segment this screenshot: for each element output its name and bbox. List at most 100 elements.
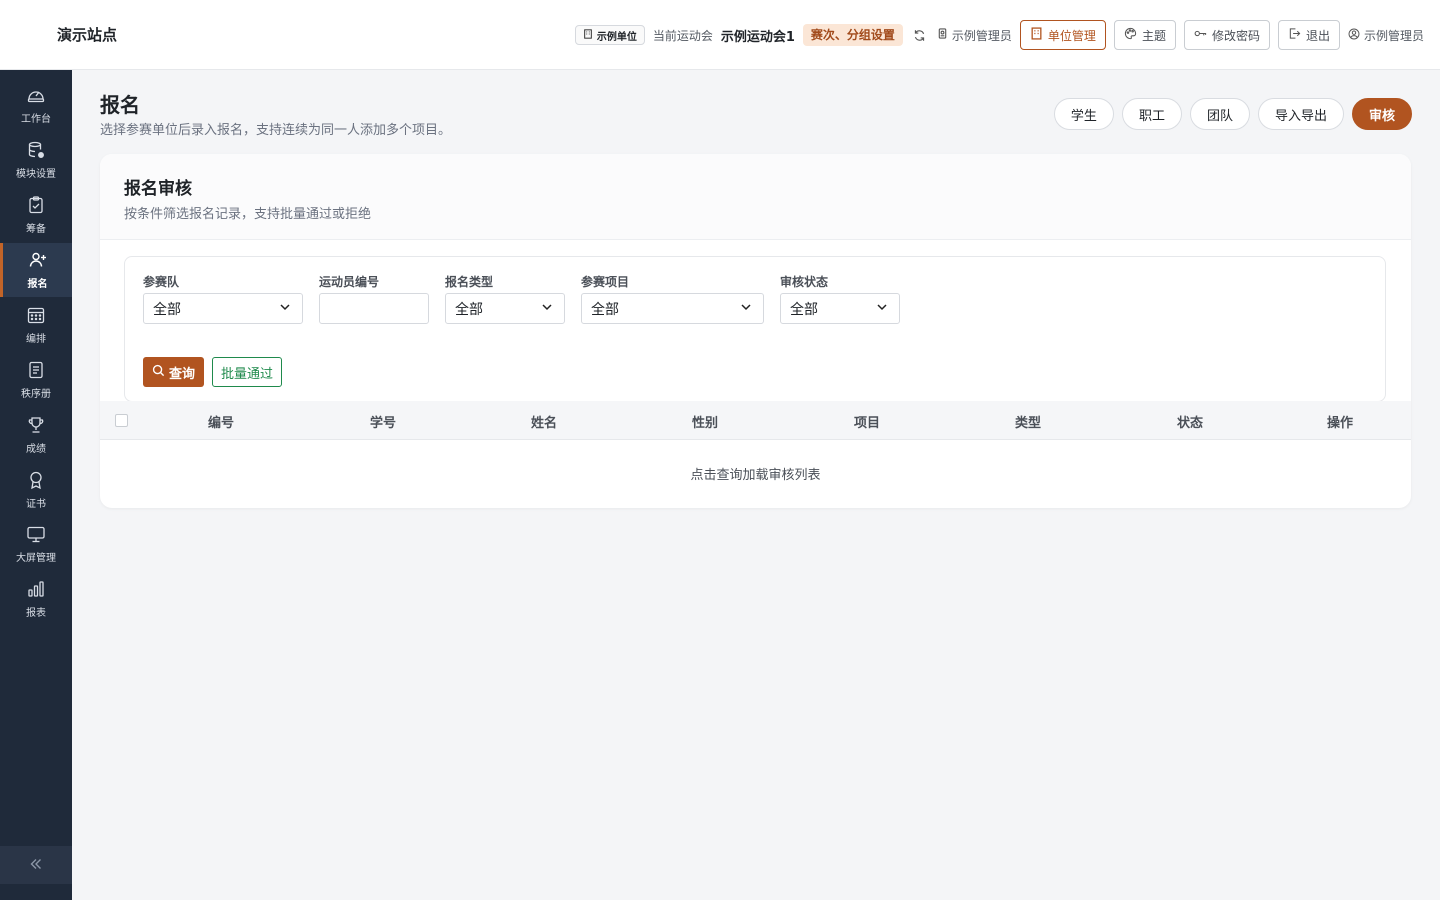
trophy-icon — [26, 415, 46, 438]
team-select-value: 全部 — [153, 301, 181, 318]
card-subtitle: 按条件筛选报名记录，支持批量通过或拒绝 — [124, 207, 372, 222]
unit-manage-label: 单位管理 — [1047, 28, 1096, 43]
event-select-value: 全部 — [591, 301, 619, 318]
meet-settings-tag[interactable]: 赛次、分组设置 — [802, 24, 903, 46]
card-header: 报名审核 按条件筛选报名记录，支持批量通过或拒绝 — [100, 154, 1411, 240]
card-title: 报名审核 — [124, 179, 192, 199]
page-subtitle: 选择参赛单位后录入报名，支持连续为同一人添加多个项目。 — [100, 123, 452, 138]
column-header: 编号 — [207, 416, 235, 431]
team-select[interactable]: 全部 — [143, 293, 303, 324]
user-circle-icon — [1348, 28, 1360, 43]
dashboard-icon — [26, 85, 46, 108]
refresh-icon[interactable] — [911, 26, 929, 44]
monitor-icon — [26, 524, 46, 547]
sidebar-item-label: 模块设置 — [16, 169, 56, 180]
user-name: 示例管理员 — [1363, 28, 1424, 43]
id-badge-icon — [937, 28, 948, 42]
user-menu[interactable]: 示例管理员 — [1348, 27, 1424, 44]
registration-tabs: 学生 职工 团队 导入导出 审核 — [1053, 98, 1412, 130]
chevron-down-icon — [540, 300, 554, 318]
athlete-no-label: 运动员编号 — [319, 275, 380, 289]
sidebar-item-program-book[interactable]: 秩序册 — [0, 353, 72, 407]
review-status-label: 审核状态 — [780, 275, 829, 289]
logout-button[interactable]: 退出 — [1277, 20, 1340, 50]
top-bar: 演示站点 示例单位 当前运动会 示例运动会1 赛次、分组设置 示例管理员 单位管… — [0, 0, 1440, 70]
sidebar-item-preparation[interactable]: 筹备 — [0, 188, 72, 242]
sidebar-item-results[interactable]: 成绩 — [0, 408, 72, 462]
reg-type-select[interactable]: 全部 — [445, 293, 565, 324]
sidebar-item-schedule[interactable]: 编排 — [0, 298, 72, 352]
database-icon — [26, 140, 46, 163]
event-label: 参赛项目 — [581, 275, 630, 289]
column-header: 学号 — [369, 416, 397, 431]
change-password-button[interactable]: 修改密码 — [1183, 20, 1270, 50]
filter-panel: 参赛队 全部 运动员编号 报名类型 全部 参赛项目 全部 审核状态 全部 查询 … — [124, 256, 1386, 402]
column-header: 状态 — [1176, 416, 1204, 431]
sidebar-item-label: 筹备 — [26, 224, 46, 235]
column-header: 操作 — [1326, 416, 1354, 431]
sidebar-item-label: 大屏管理 — [16, 553, 56, 564]
tab-review[interactable]: 审核 — [1351, 98, 1412, 130]
unit-chip[interactable]: 示例单位 — [574, 25, 645, 45]
query-label: 查询 — [169, 365, 196, 381]
query-button[interactable]: 查询 — [143, 357, 205, 387]
athlete-no-input[interactable] — [319, 293, 429, 324]
search-icon — [152, 364, 165, 380]
bar-chart-icon — [26, 579, 46, 602]
page-title: 报名 — [100, 93, 140, 117]
document-icon — [26, 360, 46, 383]
tab-import-export[interactable]: 导入导出 — [1257, 98, 1344, 130]
sidebar-item-reports[interactable]: 报表 — [0, 572, 72, 626]
chevron-down-icon — [278, 300, 292, 318]
current-meet-label: 当前运动会 — [652, 28, 713, 43]
select-all-checkbox[interactable] — [115, 414, 128, 427]
sidebar-collapse-button[interactable] — [0, 846, 72, 884]
event-select[interactable]: 全部 — [581, 293, 764, 324]
sidebar-item-label: 报表 — [26, 608, 46, 619]
review-card: 报名审核 按条件筛选报名记录，支持批量通过或拒绝 参赛队 全部 运动员编号 报名… — [100, 154, 1411, 508]
theme-button[interactable]: 主题 — [1113, 20, 1176, 50]
current-meet-name: 示例运动会1 — [720, 29, 795, 45]
site-title: 演示站点 — [57, 26, 118, 44]
column-header: 类型 — [1014, 416, 1042, 431]
column-header: 项目 — [853, 416, 881, 431]
table-header: 编号 学号 姓名 性别 项目 类型 状态 操作 — [100, 401, 1411, 440]
palette-icon — [1124, 27, 1137, 43]
sidebar: 工作台 模块设置 筹备 报名 编排 秩序册 成绩 证书 大屏管理 报表 — [0, 70, 72, 900]
chevron-down-icon — [739, 300, 753, 318]
sidebar-item-label: 编排 — [26, 334, 46, 345]
sidebar-item-registration[interactable]: 报名 — [0, 243, 72, 297]
logout-label: 退出 — [1305, 28, 1330, 43]
table-empty-message: 点击查询加载审核列表 — [690, 468, 821, 483]
batch-approve-button[interactable]: 批量通过 — [212, 357, 283, 387]
column-header: 性别 — [691, 416, 719, 431]
sidebar-item-dashboard[interactable]: 工作台 — [0, 78, 72, 132]
sidebar-item-label: 成绩 — [26, 444, 46, 455]
change-password-label: 修改密码 — [1211, 28, 1260, 43]
sidebar-item-label: 证书 — [26, 499, 46, 510]
sidebar-item-label: 秩序册 — [21, 389, 51, 400]
sidebar-item-big-screen[interactable]: 大屏管理 — [0, 517, 72, 571]
key-icon — [1194, 27, 1207, 43]
building-icon — [583, 28, 593, 42]
tab-staff[interactable]: 职工 — [1121, 98, 1182, 130]
team-filter-label: 参赛队 — [143, 275, 180, 289]
unit-manage-button[interactable]: 单位管理 — [1019, 20, 1106, 50]
clipboard-icon — [26, 195, 46, 218]
review-status-select[interactable]: 全部 — [780, 293, 900, 324]
admin-inline-label: 示例管理员 — [951, 28, 1012, 43]
user-add-icon — [28, 250, 48, 273]
calendar-icon — [26, 305, 46, 328]
header-actions: 示例单位 当前运动会 示例运动会1 赛次、分组设置 示例管理员 单位管理 主题 — [574, 20, 1424, 50]
sidebar-item-label: 工作台 — [21, 114, 51, 125]
tab-teams[interactable]: 团队 — [1189, 98, 1250, 130]
sidebar-item-certificates[interactable]: 证书 — [0, 463, 72, 517]
reg-type-label: 报名类型 — [445, 275, 494, 289]
logout-icon — [1288, 27, 1301, 43]
theme-label: 主题 — [1141, 28, 1166, 43]
sidebar-item-label: 报名 — [27, 279, 48, 290]
award-icon — [26, 470, 46, 493]
column-header: 姓名 — [530, 416, 558, 431]
tab-students[interactable]: 学生 — [1053, 98, 1114, 130]
sidebar-item-module-settings[interactable]: 模块设置 — [0, 133, 72, 187]
